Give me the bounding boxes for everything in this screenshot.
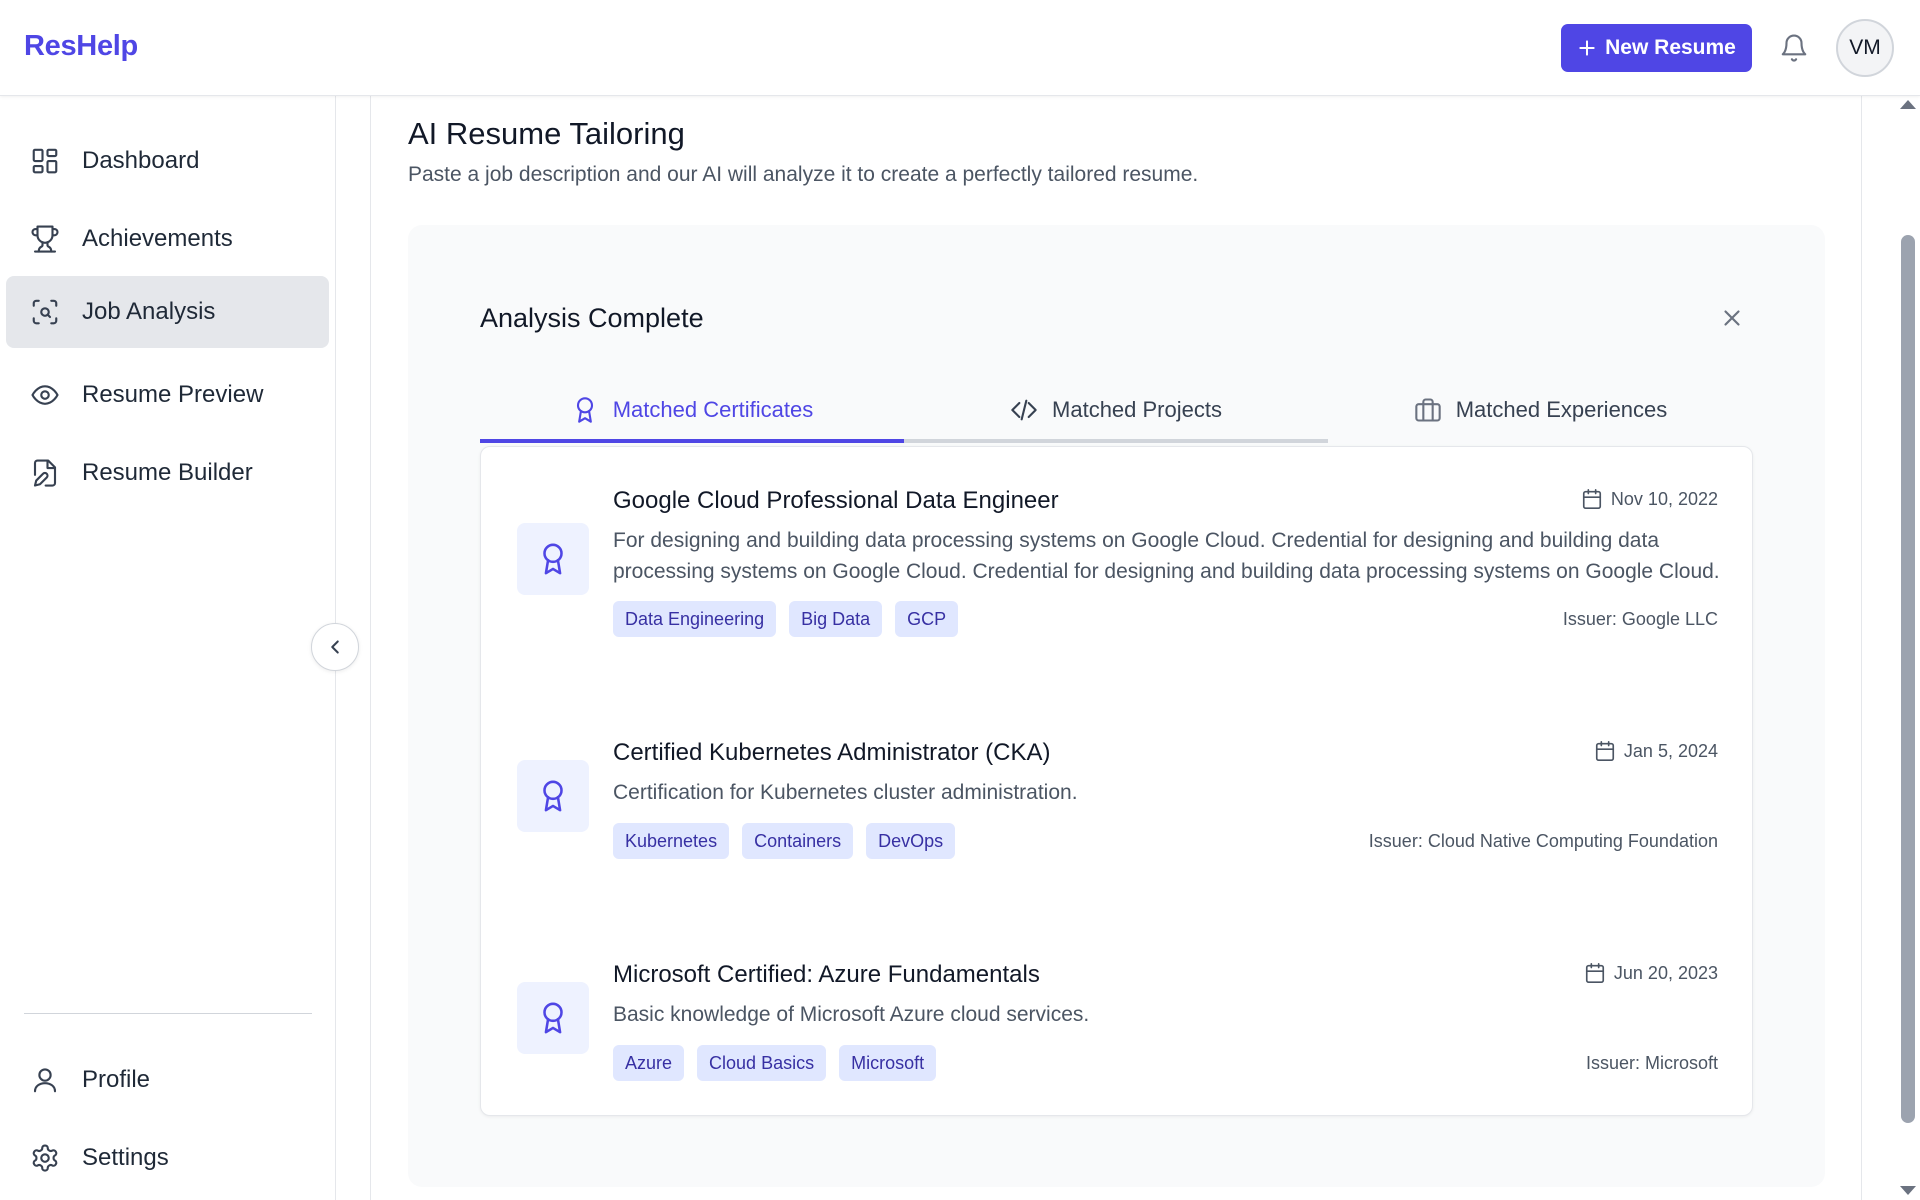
certificate-issuer: Issuer: Cloud Native Computing Foundatio… xyxy=(1368,831,1718,851)
scroll-down-arrow[interactable] xyxy=(1900,1186,1916,1195)
certificates-list: Google Cloud Professional Data Engineer … xyxy=(480,446,1753,1116)
tab-label: Matched Certificates xyxy=(612,397,814,422)
award-icon xyxy=(576,397,593,423)
chevron-left-icon xyxy=(331,640,339,654)
sidebar-item-dashboard[interactable]: Dashboard xyxy=(6,125,329,197)
skill-tag: Microsoft xyxy=(839,1045,937,1081)
sidebar-item-resume-builder[interactable]: Resume Builder xyxy=(6,437,329,509)
skill-tag: Cloud Basics xyxy=(697,1045,827,1081)
skill-tag: Data Engineering xyxy=(613,601,777,637)
certificate-name: Google Cloud Professional Data Engineer xyxy=(613,487,1059,514)
sidebar-item-label: Dashboard xyxy=(82,147,200,174)
skill-tag: GCP xyxy=(895,601,959,637)
top-header: ResHelp New Resume VM xyxy=(0,0,1920,96)
skill-tag: Azure xyxy=(613,1045,685,1081)
tab-label: Matched Experiences xyxy=(1455,397,1668,422)
certificate-date-text: Jan 5, 2024 xyxy=(1623,740,1718,761)
skill-tag: Big Data xyxy=(789,601,883,637)
plus-icon xyxy=(1579,40,1595,56)
tab-matched-certificates[interactable]: Matched Certificates xyxy=(480,376,904,444)
sidebar-item-label: Job Analysis xyxy=(82,298,216,325)
certificate-tags: Data Engineering Big Data GCP xyxy=(613,601,959,637)
gear-icon xyxy=(32,1144,58,1172)
certificate-date-text: Jun 20, 2023 xyxy=(1613,962,1718,983)
skill-tag: Containers xyxy=(742,823,854,859)
file-edit-icon xyxy=(33,459,57,487)
page-subtitle: Paste a job description and our AI will … xyxy=(408,163,1199,186)
page-title: AI Resume Tailoring xyxy=(408,116,685,151)
sidebar-item-label: Resume Builder xyxy=(82,459,253,486)
certificate-icon-box xyxy=(517,523,589,595)
sidebar-item-label: Settings xyxy=(82,1144,169,1171)
certificate-card[interactable]: Certified Kubernetes Administrator (CKA)… xyxy=(481,697,1754,897)
scroll-up-arrow[interactable] xyxy=(1900,100,1916,109)
tab-matched-projects[interactable]: Matched Projects xyxy=(904,376,1328,444)
bell-icon xyxy=(1781,34,1807,62)
sidebar-item-settings[interactable]: Settings xyxy=(6,1122,329,1194)
user-avatar[interactable]: VM xyxy=(1836,19,1894,77)
certificate-description: Certification for Kubernetes cluster adm… xyxy=(613,781,1078,804)
sidebar: Dashboard Achievements Job Analysis Resu… xyxy=(0,96,336,1200)
certificate-description: Basic knowledge of Microsoft Azure cloud… xyxy=(613,1003,1090,1026)
tab-matched-experiences[interactable]: Matched Experiences xyxy=(1328,376,1753,444)
certificate-date: Jan 5, 2024 xyxy=(1594,740,1718,762)
certificate-name: Certified Kubernetes Administrator (CKA) xyxy=(613,739,1051,766)
new-resume-button[interactable]: New Resume xyxy=(1561,24,1752,72)
sidebar-item-label: Resume Preview xyxy=(82,381,264,408)
certificate-date: Nov 10, 2022 xyxy=(1581,488,1718,510)
dashboard-icon xyxy=(32,148,58,174)
notifications-button[interactable] xyxy=(1778,30,1810,66)
award-icon xyxy=(543,1002,563,1034)
certificate-issuer: Issuer: Microsoft xyxy=(1585,1053,1718,1073)
sidebar-item-resume-preview[interactable]: Resume Preview xyxy=(6,359,329,431)
sidebar-item-label: Achievements xyxy=(82,225,233,252)
calendar-icon xyxy=(1582,489,1601,509)
close-icon xyxy=(1724,310,1740,326)
certificate-issuer: Issuer: Google LLC xyxy=(1562,609,1718,629)
trophy-icon xyxy=(31,225,59,253)
certificate-card[interactable]: Google Cloud Professional Data Engineer … xyxy=(481,447,1754,687)
tab-label: Matched Projects xyxy=(1052,397,1222,422)
award-icon xyxy=(543,780,563,812)
certificate-date-text: Nov 10, 2022 xyxy=(1610,488,1718,509)
sidebar-item-label: Profile xyxy=(82,1066,151,1093)
calendar-icon xyxy=(1595,741,1614,761)
certificate-tags: Azure Cloud Basics Microsoft xyxy=(613,1045,937,1081)
code-icon xyxy=(1011,399,1037,421)
analysis-tabs: Matched Certificates Matched Projects Ma… xyxy=(480,376,1753,444)
certificate-card[interactable]: Microsoft Certified: Azure Fundamentals … xyxy=(481,919,1754,1117)
certificate-description: For designing and building data processi… xyxy=(613,529,1720,583)
certificate-date: Jun 20, 2023 xyxy=(1584,962,1718,984)
new-resume-label: New Resume xyxy=(1605,36,1736,59)
certificate-name: Microsoft Certified: Azure Fundamentals xyxy=(613,961,1040,988)
brand-logo[interactable]: ResHelp xyxy=(24,30,138,63)
scan-search-icon xyxy=(32,299,58,325)
calendar-icon xyxy=(1585,963,1604,983)
eye-icon xyxy=(31,385,59,405)
user-icon xyxy=(33,1068,57,1093)
close-analysis-button[interactable] xyxy=(1714,300,1750,336)
sidebar-item-job-analysis[interactable]: Job Analysis xyxy=(6,276,329,348)
analysis-title: Analysis Complete xyxy=(480,303,704,333)
briefcase-icon xyxy=(1415,398,1441,422)
sidebar-item-achievements[interactable]: Achievements xyxy=(6,203,329,275)
skill-tag: DevOps xyxy=(866,823,956,859)
sidebar-item-profile[interactable]: Profile xyxy=(6,1044,329,1116)
scrollbar-thumb[interactable] xyxy=(1901,235,1915,1123)
sidebar-collapse-button[interactable] xyxy=(311,623,359,671)
certificate-tags: Kubernetes Containers DevOps xyxy=(613,823,956,859)
award-icon xyxy=(543,543,563,575)
skill-tag: Kubernetes xyxy=(613,823,730,859)
certificate-icon-box xyxy=(517,982,589,1054)
certificate-icon-box xyxy=(517,760,589,832)
sidebar-divider xyxy=(24,1013,312,1014)
